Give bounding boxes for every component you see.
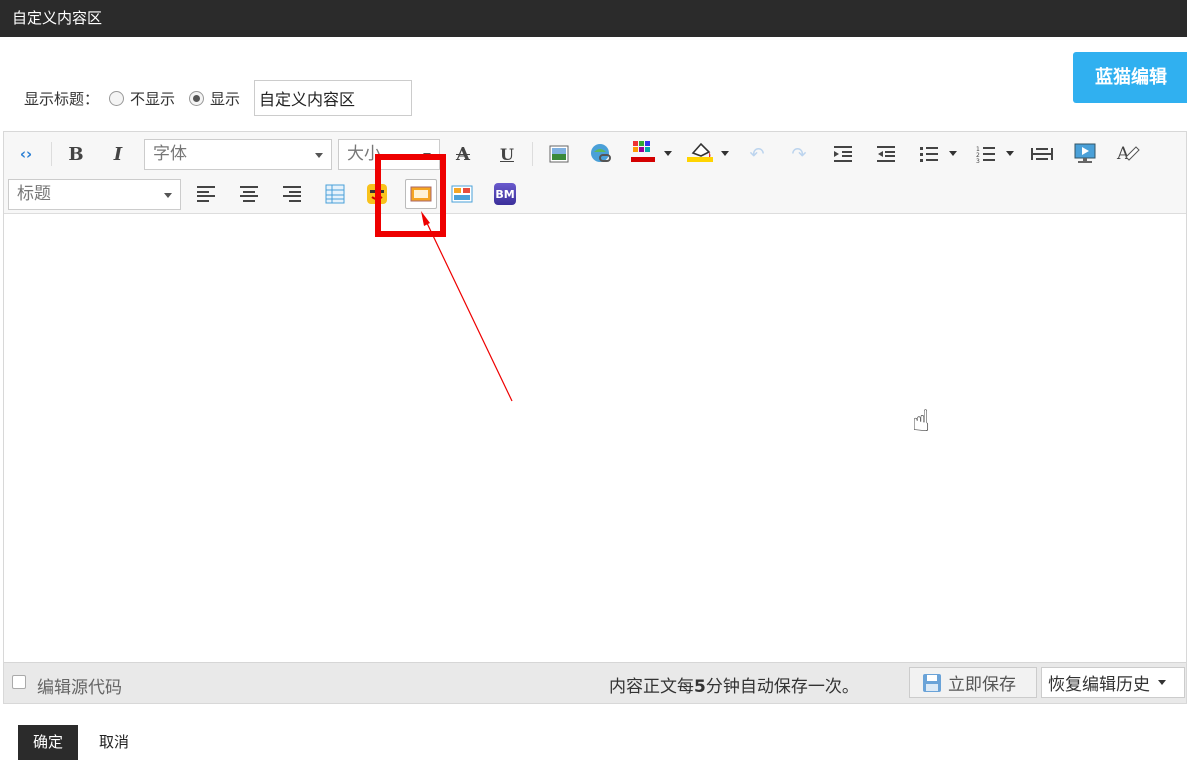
- annotation-arrow: [421, 211, 513, 402]
- cancel-button[interactable]: 取消: [99, 725, 129, 760]
- ok-button[interactable]: 确定: [18, 725, 78, 760]
